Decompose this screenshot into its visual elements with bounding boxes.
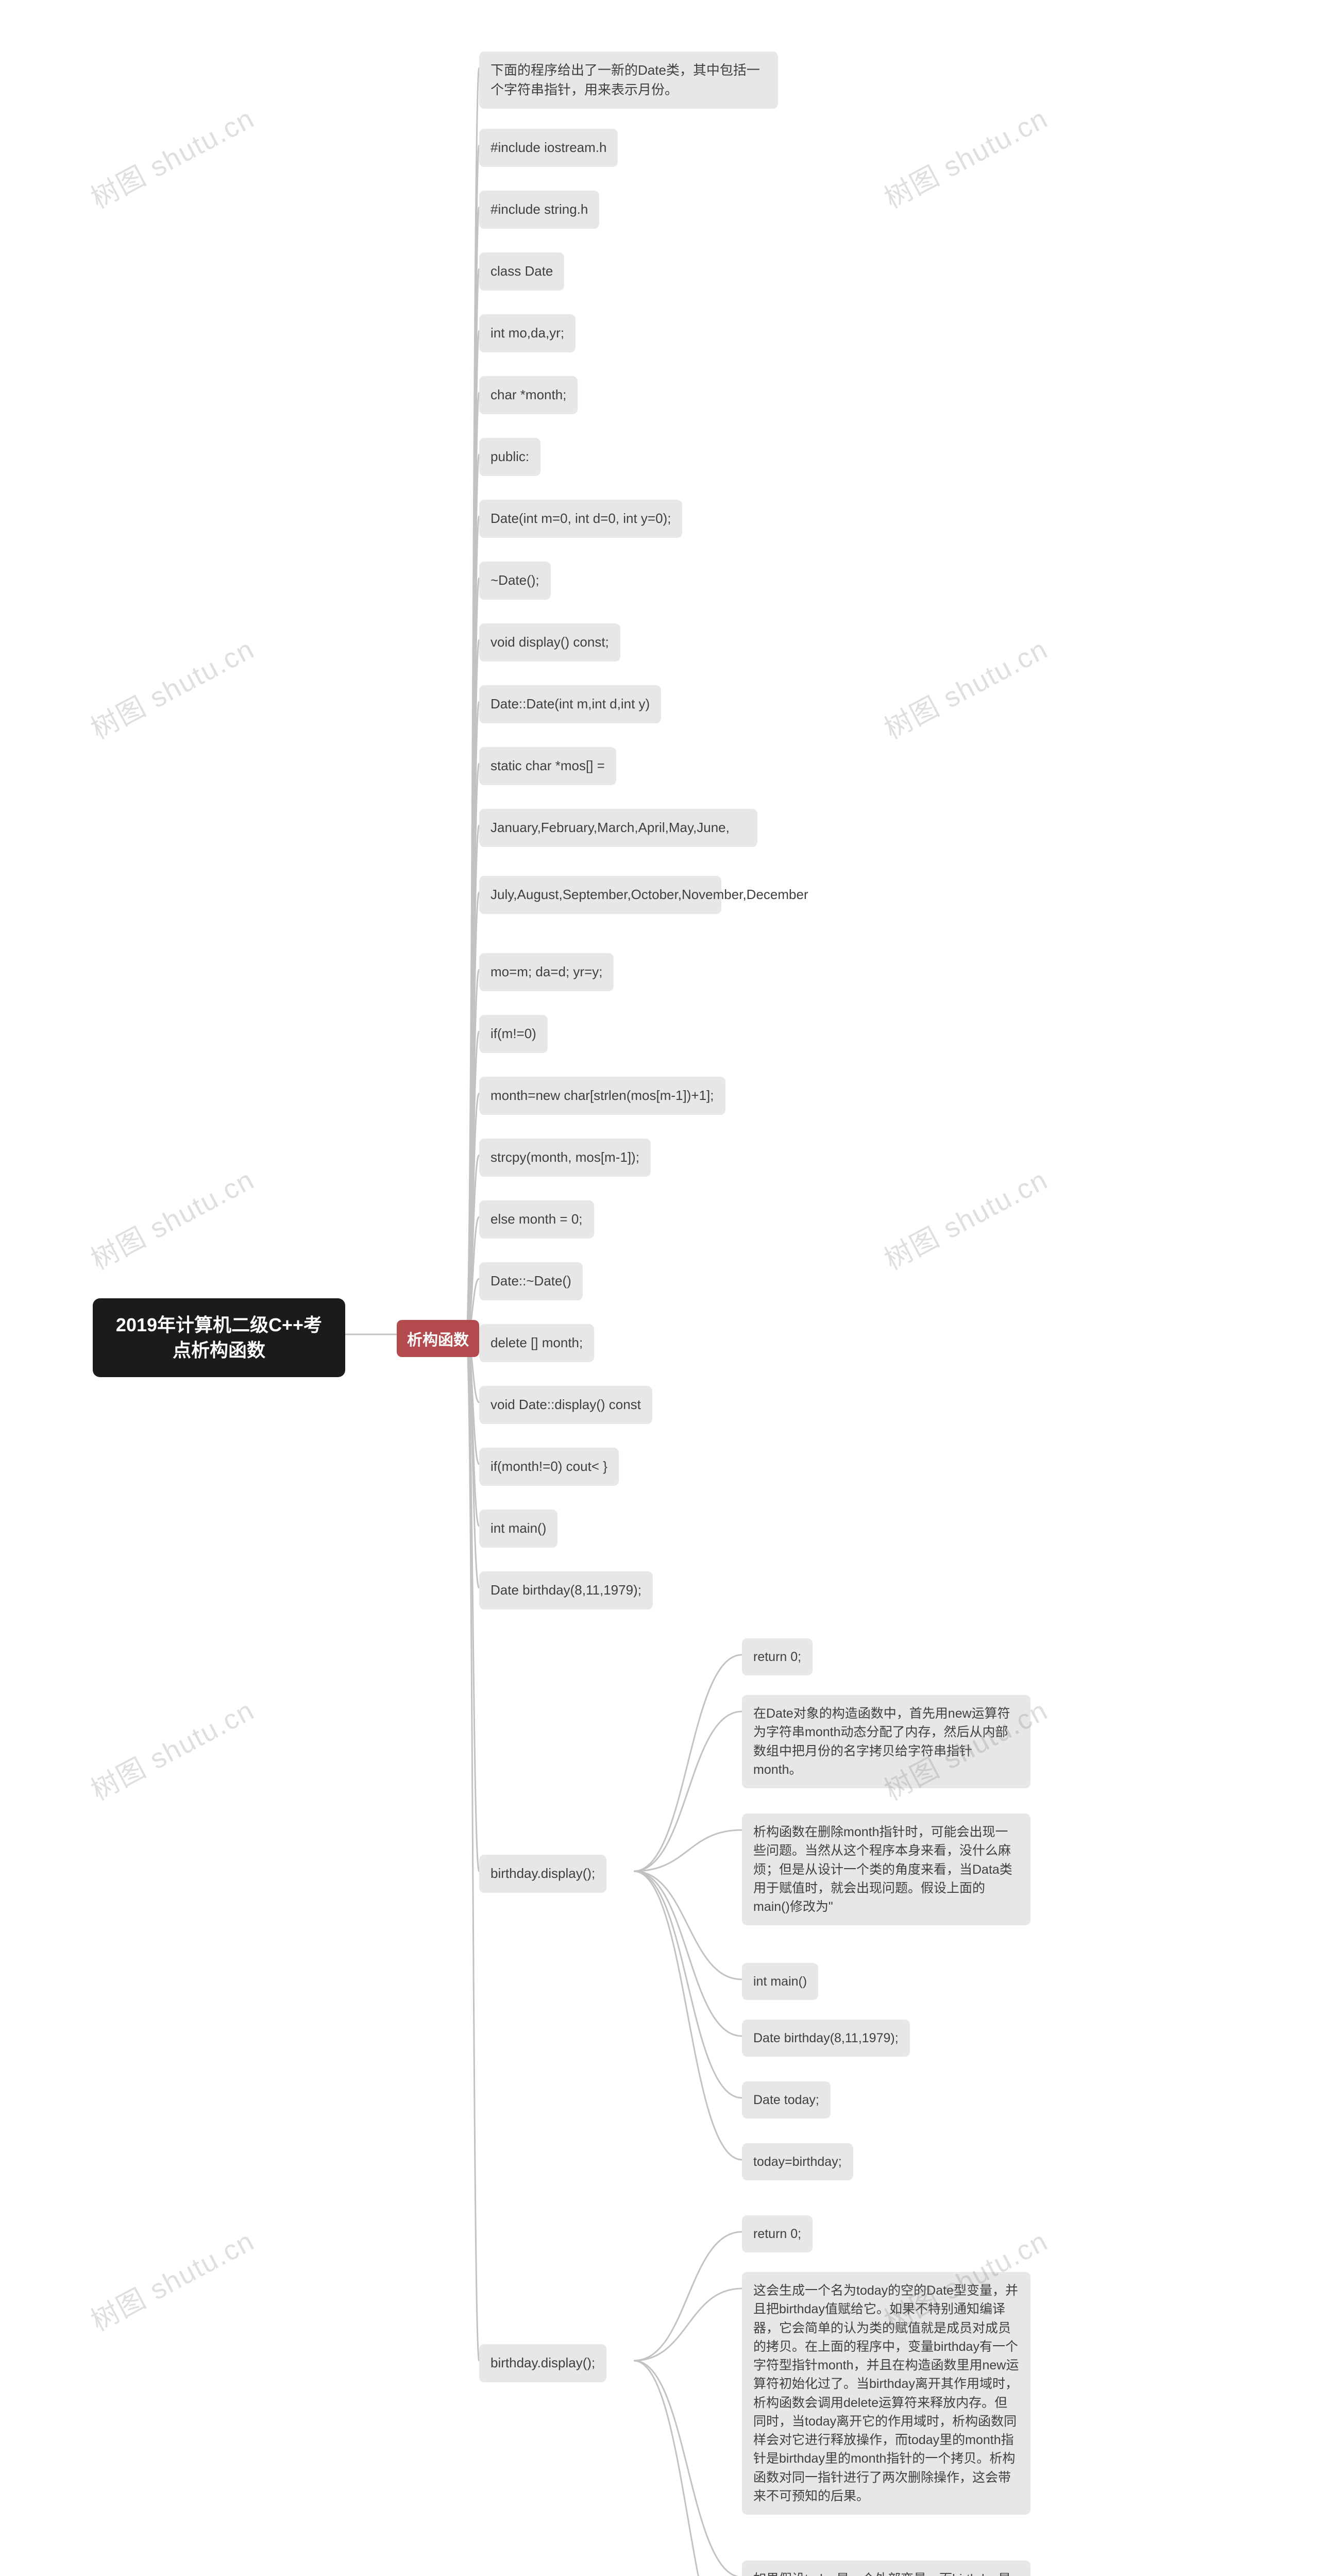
node-text: 析构函数在删除month指针时，可能会出现一些问题。当然从这个程序本身来看，没什…: [753, 1825, 1012, 1914]
c1-node: birthday.display();: [479, 2344, 606, 2382]
node-text: ~Date();: [491, 572, 539, 588]
c1-node: mo=m; da=d; yr=y;: [479, 953, 614, 991]
node-text: month=new char[strlen(mos[m-1])+1];: [491, 1088, 714, 1103]
node-text: return 0;: [753, 1650, 801, 1664]
node-text: class Date: [491, 263, 553, 279]
c1-node: January,February,March,April,May,June,: [479, 809, 757, 847]
node-text: #include string.h: [491, 201, 588, 217]
node-text: strcpy(month, mos[m-1]);: [491, 1149, 639, 1165]
node-text: static char *mos[] =: [491, 758, 605, 773]
c1-node: int main(): [479, 1510, 557, 1548]
mindmap-canvas: 2019年计算机二级C++考点析构函数 析构函数 下面的程序给出了一新的Date…: [0, 0, 1319, 2576]
node-text: delete [] month;: [491, 1335, 583, 1350]
node-text: void Date::display() const: [491, 1397, 641, 1412]
node-text: Date birthday(8,11,1979);: [753, 2031, 899, 2045]
node-text: char *month;: [491, 387, 566, 402]
watermark: 树图 shutu.cn: [82, 96, 260, 216]
node-text: mo=m; da=d; yr=y;: [491, 964, 602, 979]
node-text: int main(): [753, 1974, 807, 1989]
c1-node: int mo,da,yr;: [479, 314, 576, 352]
node-text: int main(): [491, 1520, 546, 1536]
category-node: 析构函数: [397, 1320, 479, 1357]
node-text: if(m!=0): [491, 1026, 536, 1041]
c1-node: public:: [479, 438, 540, 476]
c1-node: else month = 0;: [479, 1200, 594, 1239]
category-label: 析构函数: [407, 1332, 469, 1349]
c2b-node: 这会生成一个名为today的空的Date型变量，并且把birthday值赋给它。…: [742, 2272, 1030, 2515]
node-text: int mo,da,yr;: [491, 325, 564, 341]
node-text: else month = 0;: [491, 1211, 583, 1227]
watermark: 树图 shutu.cn: [876, 1157, 1054, 1278]
c1-node: if(month!=0) cout< }: [479, 1448, 619, 1486]
c2b-node: return 0;: [742, 2215, 813, 2252]
c1-node: #include string.h: [479, 191, 599, 229]
c1-node: if(m!=0): [479, 1015, 548, 1053]
node-text: Date birthday(8,11,1979);: [491, 1582, 641, 1598]
node-text: Date::Date(int m,int d,int y): [491, 696, 650, 711]
c1-node: class Date: [479, 252, 564, 291]
c1-node: void display() const;: [479, 623, 620, 662]
node-text: void display() const;: [491, 634, 609, 650]
node-text: public:: [491, 449, 529, 464]
node-text: Date today;: [753, 2093, 819, 2107]
node-text: July,August,September,October,November,D…: [491, 887, 808, 902]
c2a-node: Date today;: [742, 2081, 831, 2119]
node-text: 下面的程序给出了一新的Date类，其中包括一个字符串指针，用来表示月份。: [491, 62, 760, 97]
c2a-node: return 0;: [742, 1638, 813, 1675]
c1-node: Date(int m=0, int d=0, int y=0);: [479, 500, 682, 538]
c2b-node: 如果假设today是一个外部变量，而birthday是一个自变量。当birthd…: [742, 2561, 1030, 2576]
c1-node: birthday.display();: [479, 1855, 606, 1893]
node-text: 这会生成一个名为today的空的Date型变量，并且把birthday值赋给它。…: [753, 2283, 1019, 2503]
c1-node: #include iostream.h: [479, 129, 618, 167]
c1-node: char *month;: [479, 376, 578, 414]
watermark: 树图 shutu.cn: [82, 626, 260, 747]
c1-node: ~Date();: [479, 562, 551, 600]
node-text: January,February,March,April,May,June,: [491, 820, 730, 835]
connector-lines: [0, 0, 1319, 2576]
c2a-node: Date birthday(8,11,1979);: [742, 2020, 910, 2057]
root-title: 2019年计算机二级C++考点析构函数: [116, 1314, 322, 1361]
node-text: today=birthday;: [753, 2155, 842, 2169]
watermark: 树图 shutu.cn: [82, 1157, 260, 1278]
node-text: birthday.display();: [491, 1866, 595, 1881]
node-text: birthday.display();: [491, 2355, 595, 2370]
c1-node: month=new char[strlen(mos[m-1])+1];: [479, 1077, 725, 1115]
node-text: 在Date对象的构造函数中，首先用new运算符为字符串month动态分配了内存，…: [753, 1706, 1010, 1777]
c2a-node: today=birthday;: [742, 2143, 853, 2180]
node-text: if(month!=0) cout< }: [491, 1459, 607, 1474]
watermark: 树图 shutu.cn: [82, 2218, 260, 2339]
c2a-node: 析构函数在删除month指针时，可能会出现一些问题。当然从这个程序本身来看，没什…: [742, 1814, 1030, 1925]
c1-node: strcpy(month, mos[m-1]);: [479, 1139, 651, 1177]
node-text: #include iostream.h: [491, 140, 606, 155]
c1-node: static char *mos[] =: [479, 747, 616, 785]
node-text: Date(int m=0, int d=0, int y=0);: [491, 511, 671, 526]
watermark: 树图 shutu.cn: [876, 96, 1054, 216]
c2a-node: int main(): [742, 1963, 818, 2000]
c1-node: Date::~Date(): [479, 1262, 583, 1300]
node-text: Date::~Date(): [491, 1273, 571, 1289]
c1-node: void Date::display() const: [479, 1386, 652, 1424]
node-text: return 0;: [753, 2227, 801, 2241]
c1-node: July,August,September,October,November,D…: [479, 876, 721, 914]
watermark: 树图 shutu.cn: [876, 626, 1054, 747]
c1-node: delete [] month;: [479, 1324, 594, 1362]
watermark: 树图 shutu.cn: [82, 1688, 260, 1808]
c1-node: 下面的程序给出了一新的Date类，其中包括一个字符串指针，用来表示月份。: [479, 52, 778, 109]
c1-node: Date birthday(8,11,1979);: [479, 1571, 653, 1609]
c1-node: Date::Date(int m,int d,int y): [479, 685, 661, 723]
c2a-node: 在Date对象的构造函数中，首先用new运算符为字符串month动态分配了内存，…: [742, 1695, 1030, 1788]
root-node: 2019年计算机二级C++考点析构函数: [93, 1298, 345, 1377]
node-text: 如果假设today是一个外部变量，而birthday是一个自变量。当birthd…: [753, 2572, 1018, 2576]
